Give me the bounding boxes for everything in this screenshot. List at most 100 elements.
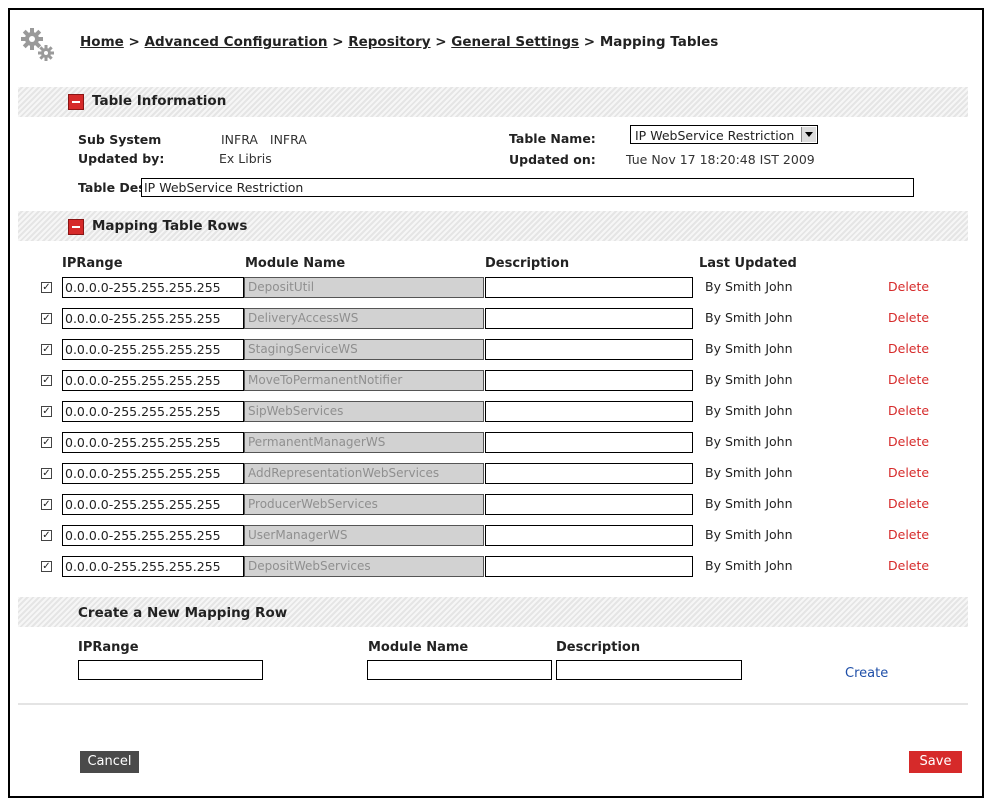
iprange-input[interactable]: 0.0.0.0-255.255.255.255 xyxy=(62,556,244,577)
breadcrumb-separator: > xyxy=(583,34,596,50)
sub-system-label: Sub System xyxy=(78,132,162,147)
iprange-input[interactable]: 0.0.0.0-255.255.255.255 xyxy=(62,339,244,360)
delete-link[interactable]: Delete xyxy=(888,558,929,573)
breadcrumb-current: Mapping Tables xyxy=(599,34,719,50)
new-module-name-label: Module Name xyxy=(368,640,469,655)
delete-link[interactable]: Delete xyxy=(888,341,929,356)
delete-link[interactable]: Delete xyxy=(888,527,929,542)
collapse-icon[interactable] xyxy=(68,219,84,235)
breadcrumb-separator: > xyxy=(435,34,447,50)
description-input[interactable] xyxy=(485,339,693,360)
new-module-name-input[interactable] xyxy=(367,660,552,680)
last-updated: By Smith John xyxy=(705,279,793,294)
delete-link[interactable]: Delete xyxy=(888,279,929,294)
table-row: ✓ 0.0.0.0-255.255.255.255 SipWebServices… xyxy=(38,400,958,427)
breadcrumb-advanced-configuration[interactable]: Advanced Configuration xyxy=(145,34,328,50)
last-updated: By Smith John xyxy=(705,496,793,511)
table-row: ✓ 0.0.0.0-255.255.255.255 DeliveryAccess… xyxy=(38,307,958,334)
iprange-input[interactable]: 0.0.0.0-255.255.255.255 xyxy=(62,463,244,484)
sub-system-value: INFRA INFRA xyxy=(221,132,307,147)
module-name-field: AddRepresentationWebServices xyxy=(244,463,484,484)
row-checkbox[interactable]: ✓ xyxy=(41,499,52,510)
description-input[interactable] xyxy=(485,556,693,577)
row-checkbox[interactable]: ✓ xyxy=(41,561,52,572)
table-row: ✓ 0.0.0.0-255.255.255.255 UserManagerWS … xyxy=(38,524,958,551)
row-checkbox[interactable]: ✓ xyxy=(41,344,52,355)
delete-link[interactable]: Delete xyxy=(888,434,929,449)
delete-link[interactable]: Delete xyxy=(888,372,929,387)
new-description-input[interactable] xyxy=(556,660,742,680)
row-checkbox[interactable]: ✓ xyxy=(41,530,52,541)
description-input[interactable] xyxy=(485,525,693,546)
delete-link[interactable]: Delete xyxy=(888,403,929,418)
new-description-label: Description xyxy=(556,640,641,655)
table-row: ✓ 0.0.0.0-255.255.255.255 DepositUtil By… xyxy=(38,276,958,303)
table-information-title: Table Information xyxy=(92,93,227,109)
table-row: ✓ 0.0.0.0-255.255.255.255 ProducerWebSer… xyxy=(38,493,958,520)
delete-link[interactable]: Delete xyxy=(888,310,929,325)
column-header-last-updated: Last Updated xyxy=(699,256,797,271)
column-header-module-name: Module Name xyxy=(245,256,346,271)
iprange-input[interactable]: 0.0.0.0-255.255.255.255 xyxy=(62,277,244,298)
table-row: ✓ 0.0.0.0-255.255.255.255 AddRepresentat… xyxy=(38,462,958,489)
create-link[interactable]: Create xyxy=(845,666,888,681)
page-header: Home > Advanced Configuration > Reposito… xyxy=(18,26,958,66)
mapping-rows-title: Mapping Table Rows xyxy=(92,218,248,234)
iprange-input[interactable]: 0.0.0.0-255.255.255.255 xyxy=(62,370,244,391)
breadcrumb: Home > Advanced Configuration > Reposito… xyxy=(80,34,718,50)
description-input[interactable] xyxy=(485,401,693,422)
iprange-input[interactable]: 0.0.0.0-255.255.255.255 xyxy=(62,401,244,422)
breadcrumb-separator: > xyxy=(128,34,140,50)
last-updated: By Smith John xyxy=(705,372,793,387)
row-checkbox[interactable]: ✓ xyxy=(41,375,52,386)
module-name-field: StagingServiceWS xyxy=(244,339,484,360)
breadcrumb-repository[interactable]: Repository xyxy=(348,34,430,50)
module-name-field: UserManagerWS xyxy=(244,525,484,546)
last-updated: By Smith John xyxy=(705,465,793,480)
table-row: ✓ 0.0.0.0-255.255.255.255 PermanentManag… xyxy=(38,431,958,458)
delete-link[interactable]: Delete xyxy=(888,465,929,480)
new-iprange-input[interactable] xyxy=(78,660,263,680)
chevron-down-icon xyxy=(801,127,816,142)
updated-by-value: Ex Libris xyxy=(219,151,272,166)
module-name-field: DepositUtil xyxy=(244,277,484,298)
module-name-field: ProducerWebServices xyxy=(244,494,484,515)
breadcrumb-general-settings[interactable]: General Settings xyxy=(451,34,579,50)
table-description-field[interactable]: IP WebService Restriction xyxy=(141,178,914,197)
description-input[interactable] xyxy=(485,463,693,484)
updated-by-label: Updated by: xyxy=(78,151,165,166)
save-button[interactable]: Save xyxy=(909,751,962,773)
description-input[interactable] xyxy=(485,370,693,391)
last-updated: By Smith John xyxy=(705,403,793,418)
last-updated: By Smith John xyxy=(705,558,793,573)
cancel-button[interactable]: Cancel xyxy=(80,751,139,773)
iprange-input[interactable]: 0.0.0.0-255.255.255.255 xyxy=(62,525,244,546)
last-updated: By Smith John xyxy=(705,310,793,325)
divider xyxy=(18,703,968,705)
row-checkbox[interactable]: ✓ xyxy=(41,406,52,417)
module-name-field: PermanentManagerWS xyxy=(244,432,484,453)
column-header-iprange: IPRange xyxy=(62,256,123,271)
collapse-icon[interactable] xyxy=(68,94,84,110)
row-checkbox[interactable]: ✓ xyxy=(41,313,52,324)
description-input[interactable] xyxy=(485,432,693,453)
module-name-field: SipWebServices xyxy=(244,401,484,422)
iprange-input[interactable]: 0.0.0.0-255.255.255.255 xyxy=(62,432,244,453)
delete-link[interactable]: Delete xyxy=(888,496,929,511)
module-name-field: DeliveryAccessWS xyxy=(244,308,484,329)
iprange-input[interactable]: 0.0.0.0-255.255.255.255 xyxy=(62,494,244,515)
row-checkbox[interactable]: ✓ xyxy=(41,437,52,448)
table-row: ✓ 0.0.0.0-255.255.255.255 MoveToPermanen… xyxy=(38,369,958,396)
module-name-field: MoveToPermanentNotifier xyxy=(244,370,484,391)
iprange-input[interactable]: 0.0.0.0-255.255.255.255 xyxy=(62,308,244,329)
description-input[interactable] xyxy=(485,308,693,329)
gear-icon xyxy=(21,28,54,61)
breadcrumb-home[interactable]: Home xyxy=(80,34,124,50)
description-input[interactable] xyxy=(485,494,693,515)
row-checkbox[interactable]: ✓ xyxy=(41,468,52,479)
row-checkbox[interactable]: ✓ xyxy=(41,282,52,293)
description-input[interactable] xyxy=(485,277,693,298)
table-name-selected-value: IP WebService Restriction xyxy=(635,128,795,143)
table-name-select[interactable]: IP WebService Restriction xyxy=(630,125,818,144)
last-updated: By Smith John xyxy=(705,434,793,449)
